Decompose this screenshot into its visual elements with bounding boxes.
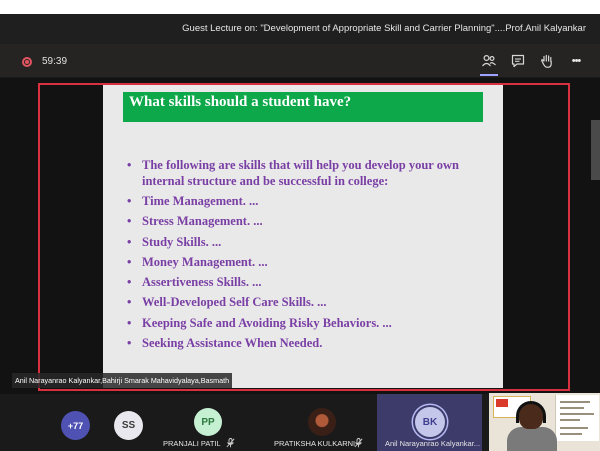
headphone-icon [516,401,546,423]
presenter-name-label: Anil Narayanrao Kalyankar,Bahirji Smarak… [12,373,233,388]
participant-avatar-ss[interactable]: SS [114,411,143,440]
side-panel-edge [591,120,600,180]
recording-icon [22,57,32,67]
screen-share-border [38,83,570,391]
participant-video-tile[interactable] [489,393,600,451]
video-person-body [507,427,557,451]
more-options-button[interactable]: ••• [566,51,586,71]
chat-button[interactable] [508,51,528,71]
participant-avatar-pratiksha[interactable] [308,408,336,436]
title-bar: Guest Lecture on: "Development of Approp… [0,14,600,44]
top-margin [0,0,600,14]
participant-name-pranjali: PRANJALI PATIL [163,439,221,448]
video-poster [555,395,599,441]
muted-mic-icon [354,438,363,448]
participants-icon [482,54,496,67]
meeting-title: Guest Lecture on: "Development of Approp… [182,23,586,34]
participant-avatar-bk[interactable]: BK [415,407,445,437]
raise-hand-icon [541,54,552,68]
participant-avatar-pp[interactable]: PP [194,408,222,436]
participant-name-anil: Anil Narayanrao Kalyankar... [385,439,481,448]
more-participants-button[interactable]: +77 [61,411,90,440]
participant-name-pratiksha: PRATIKSHA KULKARNI [274,439,356,448]
meeting-timer: 59:39 [42,56,68,67]
participants-button[interactable] [479,51,499,76]
chat-icon [511,54,525,68]
meeting-control-bar: 59:39 ••• [0,44,600,78]
raise-hand-button[interactable] [537,51,557,71]
more-options-icon: ••• [571,55,582,67]
muted-mic-icon [226,438,235,448]
